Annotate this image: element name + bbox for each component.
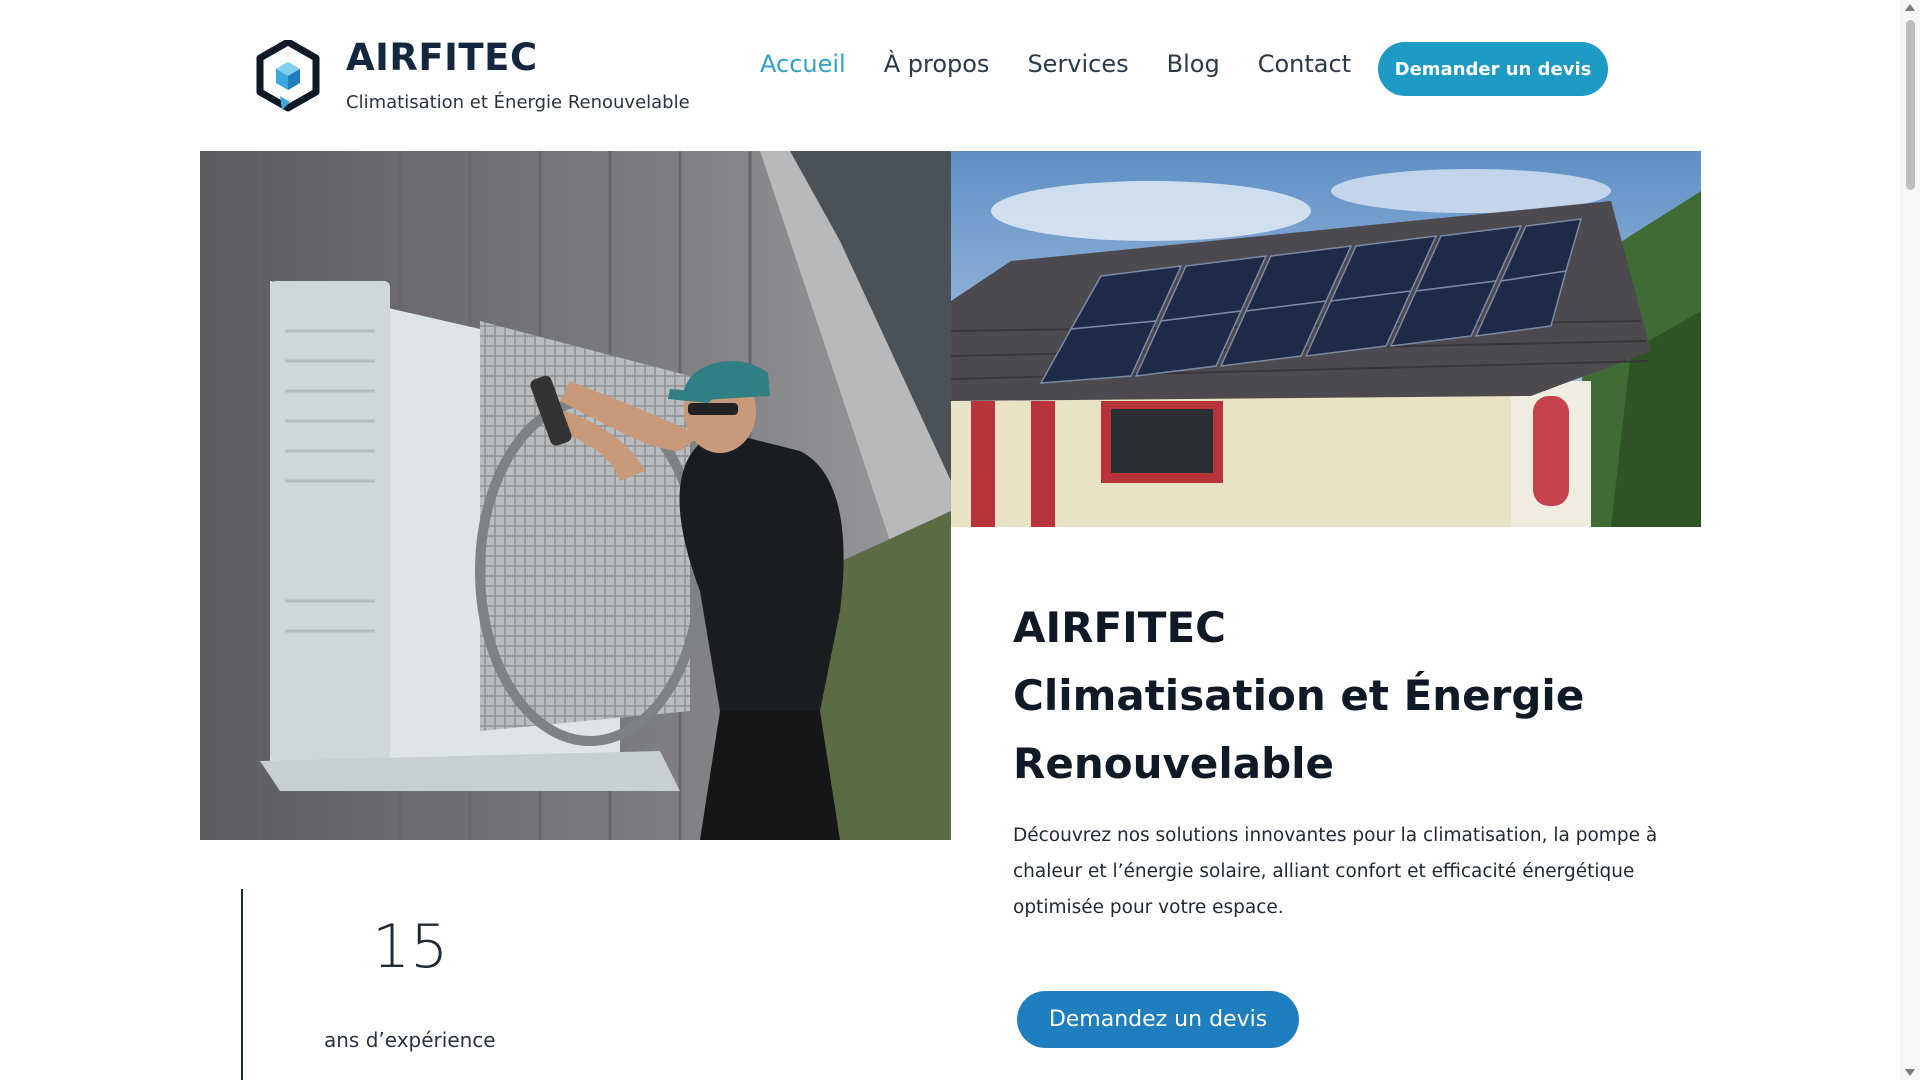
hero-title-subtitle: Climatisation et Énergie Renouvelable [1013, 671, 1585, 788]
years-experience-number: 15 [372, 912, 449, 982]
scroll-up-arrow-icon[interactable] [1905, 4, 1915, 11]
scroll-down-arrow-icon[interactable] [1905, 1069, 1915, 1076]
hero-title-brand: AIRFITEC [1013, 603, 1226, 652]
stat-divider [241, 889, 243, 1080]
request-quote-button[interactable]: Demander un devis [1378, 42, 1608, 96]
site-header: AIRFITEC Climatisation et Énergie Renouv… [0, 0, 1900, 150]
scroll-thumb[interactable] [1906, 20, 1915, 190]
cube-logo-icon[interactable] [256, 40, 320, 112]
hero-title: AIRFITEC Climatisation et Énergie Renouv… [1013, 594, 1653, 798]
nav-item-contact[interactable]: Contact [1258, 50, 1351, 78]
nav-item-services[interactable]: Services [1027, 50, 1128, 78]
technician-ac-photo [200, 151, 951, 840]
years-experience-label: ans d’expérience [324, 1028, 496, 1052]
brand-tagline: Climatisation et Énergie Renouvelable [346, 92, 690, 113]
nav-item-blog[interactable]: Blog [1167, 50, 1220, 78]
brand-name[interactable]: AIRFITEC [346, 36, 538, 79]
hero-quote-button[interactable]: Demandez un devis [1017, 991, 1299, 1048]
nav-item-a-propos[interactable]: À propos [884, 50, 990, 78]
page-scrollbar[interactable] [1900, 0, 1920, 1080]
solar-roof-photo [951, 151, 1701, 527]
hero-description: Découvrez nos solutions innovantes pour … [1013, 825, 1658, 918]
nav-item-accueil[interactable]: Accueil [760, 50, 846, 78]
main-nav: Accueil À propos Services Blog Contact [760, 50, 1389, 78]
